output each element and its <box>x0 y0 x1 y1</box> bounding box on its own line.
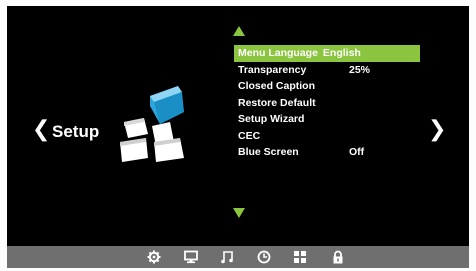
chevron-right-icon[interactable]: ❯ <box>428 118 446 140</box>
menu-item-label: CEC <box>238 129 261 142</box>
menu-item-label: Blue Screen <box>238 146 299 158</box>
menu-item-value: 25% <box>349 63 371 76</box>
menu-item-setup-wizard[interactable]: Setup Wizard <box>234 111 420 128</box>
menu-item-value: English <box>322 47 361 59</box>
setup-blocks-icon <box>120 86 184 162</box>
menu-item-label: Transparency <box>238 63 307 76</box>
scroll-up-arrow-icon[interactable] <box>233 26 245 36</box>
menu-item-label: Restore Default <box>238 96 316 109</box>
grid-icon[interactable] <box>292 249 308 265</box>
category-bar <box>7 246 469 268</box>
menu-item-label: Closed Caption <box>238 80 316 92</box>
music-note-icon[interactable] <box>219 249 235 265</box>
section-title: Setup <box>52 122 100 141</box>
menu-item-value: Off <box>349 146 365 158</box>
setup-menu: Menu Language English Transparency 25% Cl… <box>234 45 420 161</box>
menu-item-closed-caption[interactable]: Closed Caption <box>234 78 420 95</box>
menu-item-blue-screen[interactable]: Blue Screen Off <box>234 144 420 161</box>
menu-item-transparency[interactable]: Transparency 25% <box>234 62 420 79</box>
chevron-left-icon[interactable]: ❮ <box>32 118 50 140</box>
monitor-icon[interactable] <box>183 249 199 265</box>
gear-icon[interactable] <box>146 249 162 265</box>
scroll-down-arrow-icon[interactable] <box>233 208 245 218</box>
menu-item-cec[interactable]: CEC <box>234 128 420 145</box>
lock-icon[interactable] <box>330 249 346 265</box>
menu-item-restore-default[interactable]: Restore Default <box>234 95 420 112</box>
menu-item-menu-language[interactable]: Menu Language English <box>234 45 420 62</box>
menu-item-label: Menu Language <box>238 47 318 59</box>
clock-icon[interactable] <box>256 249 272 265</box>
menu-item-label: Setup Wizard <box>238 113 305 125</box>
